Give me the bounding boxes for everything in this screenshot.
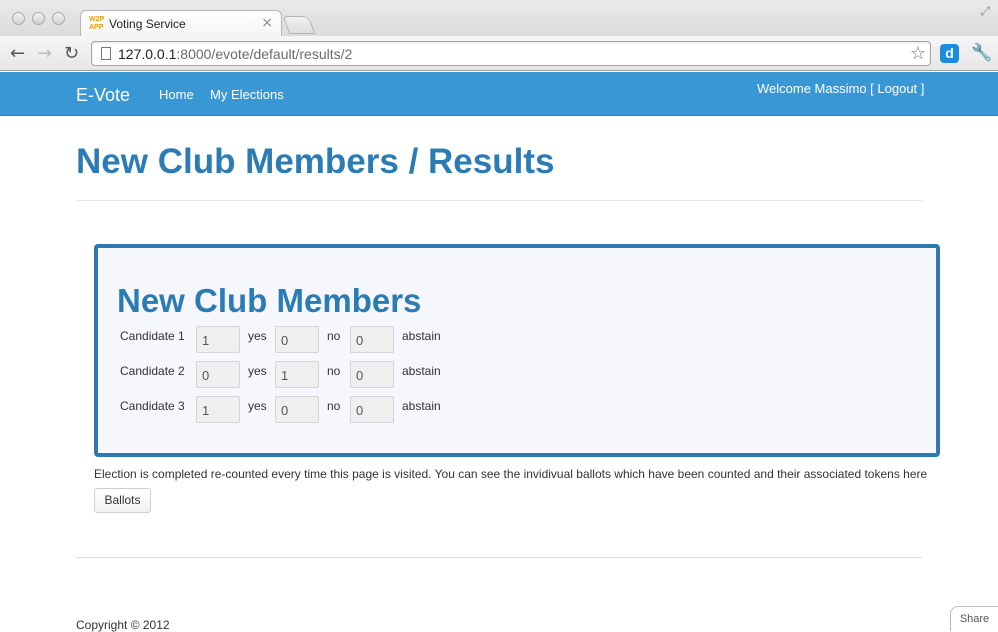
welcome-logout-link[interactable]: Welcome Massimo [ Logout ] xyxy=(757,81,924,96)
window-zoom-button[interactable] xyxy=(52,12,65,25)
yes-count-field: 1 xyxy=(196,326,240,353)
no-count-field: 1 xyxy=(275,361,319,388)
abstain-label: abstain xyxy=(402,399,441,413)
candidate-label: Candidate 2 xyxy=(120,364,185,378)
yes-label: yes xyxy=(248,364,267,378)
abstain-label: abstain xyxy=(402,329,441,343)
browser-tab[interactable]: W2P APP Voting Service × xyxy=(80,10,282,37)
brand-link[interactable]: E-Vote xyxy=(76,85,130,106)
candidate-label: Candidate 3 xyxy=(120,399,185,413)
ballot-results-panel: New Club Members Candidate 1 1 yes 0 no … xyxy=(94,244,940,457)
ballots-button[interactable]: Ballots xyxy=(94,488,151,513)
nav-my-elections-link[interactable]: My Elections xyxy=(210,87,284,102)
abstain-count-field: 0 xyxy=(350,361,394,388)
no-label: no xyxy=(327,399,341,413)
footer-divider xyxy=(76,557,922,558)
extension-d-icon[interactable]: d xyxy=(940,44,959,63)
tab-title: Voting Service xyxy=(109,17,186,31)
no-label: no xyxy=(327,329,341,343)
back-arrow-icon[interactable]: ← xyxy=(10,43,25,64)
window-close-button[interactable] xyxy=(12,12,25,25)
close-icon[interactable]: × xyxy=(261,15,273,31)
wrench-menu-icon[interactable]: 🔧 xyxy=(971,43,992,63)
web2py-favicon-icon: W2P APP xyxy=(89,16,105,31)
ballot-title: New Club Members xyxy=(117,282,422,319)
abstain-label: abstain xyxy=(402,364,441,378)
url-text: 127.0.0.1:8000/evote/default/results/2 xyxy=(118,46,353,62)
no-count-field: 0 xyxy=(275,326,319,353)
new-tab-button[interactable] xyxy=(282,16,316,34)
no-label: no xyxy=(327,364,341,378)
address-bar[interactable]: 127.0.0.1:8000/evote/default/results/2 ☆ xyxy=(91,41,931,66)
forward-arrow-icon[interactable]: → xyxy=(37,43,52,64)
browser-toolbar: ← → ↻ 127.0.0.1:8000/evote/default/resul… xyxy=(0,36,998,71)
window-minimize-button[interactable] xyxy=(32,12,45,25)
divider xyxy=(76,200,922,201)
abstain-count-field: 0 xyxy=(350,396,394,423)
fullscreen-icon[interactable]: ⤢ xyxy=(980,4,990,19)
candidate-label: Candidate 1 xyxy=(120,329,185,343)
share-button[interactable]: Share xyxy=(950,606,998,631)
yes-count-field: 0 xyxy=(196,361,240,388)
bookmark-star-icon[interactable]: ☆ xyxy=(910,43,926,64)
yes-label: yes xyxy=(248,399,267,413)
page-icon xyxy=(101,47,111,60)
app-navbar: E-Vote Home My Elections Welcome Massimo… xyxy=(0,72,998,116)
recount-note: Election is completed re-counted every t… xyxy=(94,467,928,481)
page-title: New Club Members / Results xyxy=(76,142,555,181)
browser-tabstrip: W2P APP Voting Service × ⤢ xyxy=(0,0,998,37)
no-count-field: 0 xyxy=(275,396,319,423)
reload-icon[interactable]: ↻ xyxy=(64,43,79,64)
nav-home-link[interactable]: Home xyxy=(159,87,194,102)
yes-count-field: 1 xyxy=(196,396,240,423)
copyright-text: Copyright © 2012 xyxy=(76,618,170,632)
yes-label: yes xyxy=(248,329,267,343)
abstain-count-field: 0 xyxy=(350,326,394,353)
